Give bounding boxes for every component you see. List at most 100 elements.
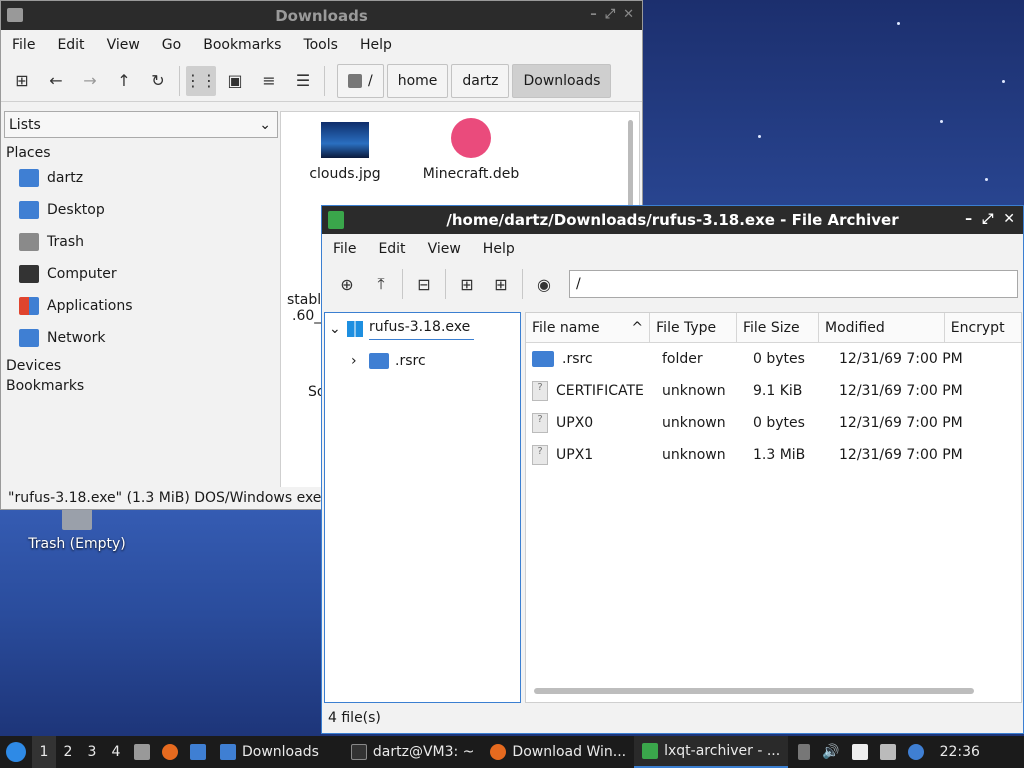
cell-type: unknown	[662, 383, 726, 399]
column-file-size[interactable]: File Size	[737, 313, 819, 342]
maximize-icon[interactable]: ⤢	[982, 211, 993, 227]
horizontal-scrollbar[interactable]	[534, 688, 974, 694]
quicklaunch-files[interactable]	[128, 736, 156, 768]
task-terminal[interactable]: dartz@VM3: ~	[343, 736, 483, 768]
menu-go[interactable]: Go	[151, 37, 192, 53]
clipboard-icon[interactable]	[846, 736, 874, 768]
extract-icon[interactable]: ⤒	[366, 269, 396, 299]
menu-help[interactable]: Help	[349, 37, 403, 53]
places-header[interactable]: Places	[4, 138, 278, 162]
sidebar-item-computer[interactable]: Computer	[4, 258, 278, 290]
minimize-icon[interactable]: –	[590, 7, 597, 22]
menu-edit[interactable]: Edit	[46, 37, 95, 53]
add-file-icon[interactable]: ⊞	[452, 269, 482, 299]
new-tab-icon[interactable]: ⊞	[7, 66, 37, 96]
menu-edit[interactable]: Edit	[367, 241, 416, 257]
path-home-button[interactable]: home	[386, 63, 449, 98]
workspace-3[interactable]: 3	[80, 736, 104, 768]
close-icon[interactable]: ✕	[623, 7, 634, 22]
path-dartz-button[interactable]: dartz	[451, 63, 510, 98]
file-manager-titlebar[interactable]: Downloads – ⤢ ✕	[1, 1, 642, 30]
compact-view-icon[interactable]: ≡	[254, 66, 284, 96]
file-item-label: .60_	[292, 308, 322, 324]
close-icon[interactable]: ✕	[1003, 211, 1015, 227]
side-pane-mode-select[interactable]: Lists ⌄	[4, 111, 278, 138]
network-tray-icon[interactable]	[874, 736, 902, 768]
maximize-icon[interactable]: ⤢	[605, 7, 615, 22]
menu-file[interactable]: File	[322, 241, 367, 257]
menu-help[interactable]: Help	[472, 241, 526, 257]
file-item-clouds[interactable]: clouds.jpg	[285, 122, 405, 182]
table-row[interactable]: .rsrc folder 0 bytes 12/31/69 7:00 PM	[526, 343, 1021, 375]
column-label: File name	[532, 319, 600, 336]
path-downloads-button[interactable]: Downloads	[512, 63, 612, 98]
detailed-list-icon[interactable]: ☰	[288, 66, 318, 96]
column-file-type[interactable]: File Type	[650, 313, 737, 342]
minimize-icon[interactable]: –	[965, 211, 972, 227]
file-manager-toolbar: ⊞ ← → ↑ ↻ ⋮⋮ ▣ ≡ ☰ / home dartz Download…	[1, 60, 642, 102]
back-icon[interactable]: ←	[41, 66, 71, 96]
unknown-file-icon: ?	[532, 445, 548, 465]
menu-bookmarks[interactable]: Bookmarks	[192, 37, 292, 53]
sidebar-item-label: Network	[47, 330, 106, 346]
quicklaunch-firefox[interactable]	[156, 736, 184, 768]
column-file-name[interactable]: File name ^	[526, 313, 651, 342]
up-icon[interactable]: ↑	[109, 66, 139, 96]
task-archiver[interactable]: lxqt-archiver - ...	[634, 736, 789, 768]
column-modified[interactable]: Modified	[819, 313, 945, 342]
archive-icon[interactable]: ⊟	[409, 269, 439, 299]
clock[interactable]: 22:36	[934, 736, 986, 768]
trash-icon	[19, 233, 39, 251]
file-item-minecraft[interactable]: Minecraft.deb	[411, 118, 531, 182]
task-downloads[interactable]: Downloads	[212, 736, 327, 768]
tray-update-icon[interactable]	[792, 736, 816, 768]
menu-file[interactable]: File	[1, 37, 46, 53]
notification-icon[interactable]	[902, 736, 930, 768]
cell-size: 1.3 MiB	[753, 447, 806, 463]
sidebar-item-desktop[interactable]: Desktop	[4, 194, 278, 226]
archive-path-input[interactable]: /	[569, 270, 1018, 298]
forward-icon[interactable]: →	[75, 66, 105, 96]
stop-icon[interactable]: ◉	[529, 269, 559, 299]
desktop-trash[interactable]: Trash (Empty)	[22, 508, 132, 552]
sidebar-item-applications[interactable]: Applications	[4, 290, 278, 322]
cell-modified: 12/31/69 7:00 PM	[839, 383, 963, 399]
workspace-2[interactable]: 2	[56, 736, 80, 768]
workspace-4[interactable]: 4	[104, 736, 128, 768]
sidebar-item-trash[interactable]: Trash	[4, 226, 278, 258]
column-encrypted[interactable]: Encrypt	[945, 313, 1021, 342]
bookmarks-header[interactable]: Bookmarks	[4, 378, 278, 402]
add-folder-icon[interactable]: ⊞	[486, 269, 516, 299]
menu-view[interactable]: View	[417, 241, 472, 257]
table-row[interactable]: ? UPX1 unknown 1.3 MiB 12/31/69 7:00 PM	[526, 439, 1021, 471]
sidebar-item-dartz[interactable]: dartz	[4, 162, 278, 194]
menubar: File Edit View Go Bookmarks Tools Help	[1, 30, 642, 60]
table-row[interactable]: ? UPX0 unknown 0 bytes 12/31/69 7:00 PM	[526, 407, 1021, 439]
cell-type: unknown	[662, 447, 726, 463]
menu-tools[interactable]: Tools	[292, 37, 349, 53]
list-header: File name ^ File Type File Size Modified…	[526, 313, 1021, 343]
cell-name: CERTIFICATE	[556, 383, 644, 399]
sidebar-item-label: Computer	[47, 266, 117, 282]
archiver-titlebar[interactable]: /home/dartz/Downloads/rufus-3.18.exe - F…	[322, 206, 1023, 234]
reload-icon[interactable]: ↻	[143, 66, 173, 96]
thumbnail-view-icon[interactable]: ▣	[220, 66, 250, 96]
menu-view[interactable]: View	[96, 37, 151, 53]
window-title: /home/dartz/Downloads/rufus-3.18.exe - F…	[446, 211, 899, 229]
sidebar-item-network[interactable]: Network	[4, 322, 278, 354]
path-root-button[interactable]: /	[337, 63, 384, 98]
task-firefox[interactable]: Download Win...	[482, 736, 634, 768]
workspace-1[interactable]: 1	[32, 736, 56, 768]
quicklaunch-desktop[interactable]	[184, 736, 212, 768]
volume-icon[interactable]: 🔊	[816, 736, 845, 768]
devices-header[interactable]: Devices	[4, 354, 278, 378]
tree-item-rsrc[interactable]: › .rsrc	[325, 345, 520, 377]
new-archive-icon[interactable]: ⊕	[332, 269, 362, 299]
tree-item-root[interactable]: ⌄ rufus-3.18.exe	[325, 313, 520, 345]
folder-icon	[7, 8, 23, 22]
icon-view-icon[interactable]: ⋮⋮	[185, 65, 217, 96]
start-menu-button[interactable]	[0, 736, 32, 768]
vertical-scrollbar[interactable]	[628, 120, 633, 210]
computer-icon	[19, 265, 39, 283]
table-row[interactable]: ? CERTIFICATE unknown 9.1 KiB 12/31/69 7:…	[526, 375, 1021, 407]
